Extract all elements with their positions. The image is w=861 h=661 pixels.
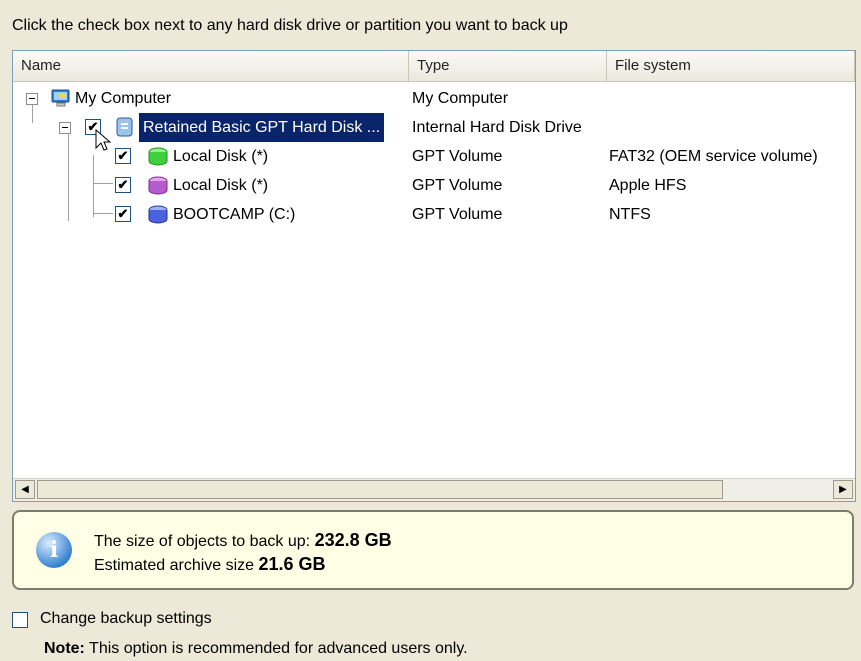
file-system-cell: FAT32 (OEM service volume) (609, 148, 818, 165)
partition-checkbox[interactable]: ✔ (115, 206, 131, 222)
backup-size-label: The size of objects to back up: (94, 533, 311, 550)
my-computer-icon (51, 88, 71, 108)
green-disk-icon (147, 146, 168, 166)
column-header-row: Name Type File system (13, 51, 855, 82)
column-header-type[interactable]: Type (409, 51, 607, 81)
type-cell: GPT Volume (412, 177, 503, 194)
tree-row-hard-disk[interactable]: ✔ Retained Basic GPT Hard Disk ... Inter… (13, 113, 855, 151)
horizontal-scrollbar[interactable]: ◀ ▶ (13, 478, 855, 501)
type-cell: Internal Hard Disk Drive (412, 119, 582, 136)
archive-size-line: Estimated archive size 21.6 GB (94, 554, 326, 575)
archive-size-value: 21.6 GB (258, 554, 326, 574)
collapse-icon[interactable] (59, 122, 71, 134)
tree-row-partition[interactable]: ✔ BOOTCAMP (C:) GPT Volume NTFS (13, 200, 855, 229)
blue-disk-icon (147, 204, 168, 224)
change-backup-settings-checkbox[interactable] (12, 612, 28, 628)
type-cell: GPT Volume (412, 148, 503, 165)
note-text: Note: This option is recommended for adv… (44, 640, 468, 658)
tree-item-label: My Computer (75, 90, 172, 107)
note-body: This option is recommended for advanced … (89, 640, 468, 657)
disk-tree-view[interactable]: Name Type File system My Computer My Com… (12, 50, 856, 502)
tree-row-partition[interactable]: ✔ Local Disk (*) GPT Volume Apple HFS (13, 171, 855, 200)
backup-size-line: The size of objects to back up: 232.8 GB (94, 530, 392, 551)
info-icon: i (36, 532, 72, 568)
type-cell: GPT Volume (412, 206, 503, 223)
scroll-right-icon[interactable]: ▶ (833, 480, 853, 499)
column-header-file-system[interactable]: File system (607, 51, 855, 81)
file-system-cell: Apple HFS (609, 177, 687, 194)
backup-size-value: 232.8 GB (314, 530, 392, 550)
tree-item-label: Retained Basic GPT Hard Disk ... (139, 113, 385, 142)
tree-item-label: BOOTCAMP (C:) (173, 206, 296, 223)
backup-size-info-panel: i The size of objects to back up: 232.8 … (12, 510, 854, 590)
scrollbar-thumb[interactable] (37, 480, 723, 499)
archive-size-label: Estimated archive size (94, 557, 255, 574)
tree-item-label: Local Disk (*) (173, 177, 269, 194)
instruction-text: Click the check box next to any hard dis… (12, 17, 568, 34)
note-label: Note: (44, 640, 85, 657)
purple-disk-icon (147, 175, 168, 195)
file-system-cell: NTFS (609, 206, 651, 223)
scroll-left-icon[interactable]: ◀ (15, 480, 35, 499)
tree-row-my-computer[interactable]: My Computer My Computer (13, 84, 855, 113)
tree-row-partition[interactable]: ✔ Local Disk (*) GPT Volume FAT32 (OEM s… (13, 142, 855, 171)
collapse-icon[interactable] (26, 93, 38, 105)
hard-disk-icon (115, 117, 135, 137)
partition-checkbox[interactable]: ✔ (115, 177, 131, 193)
column-header-name[interactable]: Name (13, 51, 409, 81)
tree-item-label: Local Disk (*) (173, 148, 269, 165)
partition-checkbox[interactable]: ✔ (115, 148, 131, 164)
type-cell: My Computer (412, 90, 509, 107)
change-backup-settings-label[interactable]: Change backup settings (40, 610, 212, 628)
